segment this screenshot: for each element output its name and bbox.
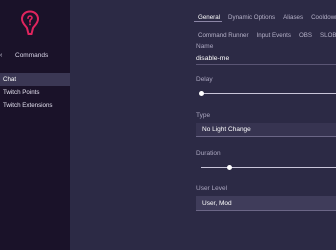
active-tab-indicator: [194, 21, 222, 22]
sidebar-item-chat[interactable]: Chat: [0, 73, 70, 86]
name-field-underline: [196, 64, 336, 65]
tab-command-runner[interactable]: Command Runner: [196, 29, 251, 42]
logo-icon: [20, 10, 40, 35]
type-select[interactable]: No Light Change: [196, 123, 336, 137]
chevron-left-icon[interactable]: ‹: [0, 51, 2, 61]
delay-label: Delay: [196, 76, 213, 83]
duration-slider-track[interactable]: [201, 167, 336, 168]
tab-cooldown[interactable]: Cooldown: [309, 11, 336, 24]
sidebar: ‹ Commands Chat Twitch Points Twitch Ext…: [0, 0, 70, 250]
tab-bar-primary: General Dynamic Options Aliases Cooldown: [196, 6, 336, 21]
tab-obs[interactable]: OBS: [297, 29, 314, 42]
delay-slider-thumb[interactable]: [199, 91, 204, 96]
tab-bar-secondary: Command Runner Input Events OBS SLOBS: [196, 24, 336, 39]
delay-slider-track[interactable]: [201, 93, 336, 94]
tab-input-events[interactable]: Input Events: [255, 29, 293, 42]
user-level-label: User Level: [196, 185, 228, 192]
tab-general[interactable]: General: [196, 11, 222, 24]
commands-header[interactable]: ‹ Commands: [0, 51, 70, 61]
tab-dynamic-options[interactable]: Dynamic Options: [226, 11, 277, 24]
tab-aliases[interactable]: Aliases: [281, 11, 305, 24]
name-field[interactable]: disable-me: [196, 55, 229, 62]
name-label: Name: [196, 43, 214, 50]
user-level-select[interactable]: User, Mod: [196, 196, 336, 211]
app-window: ‹ Commands Chat Twitch Points Twitch Ext…: [0, 0, 336, 250]
sidebar-item-twitch-points[interactable]: Twitch Points: [0, 86, 70, 99]
duration-slider-thumb[interactable]: [227, 165, 232, 170]
tab-slobs[interactable]: SLOBS: [318, 29, 336, 42]
sidebar-item-twitch-extensions[interactable]: Twitch Extensions: [0, 99, 70, 112]
type-label: Type: [196, 112, 211, 119]
duration-label: Duration: [196, 150, 221, 157]
commands-label: Commands: [15, 52, 49, 59]
